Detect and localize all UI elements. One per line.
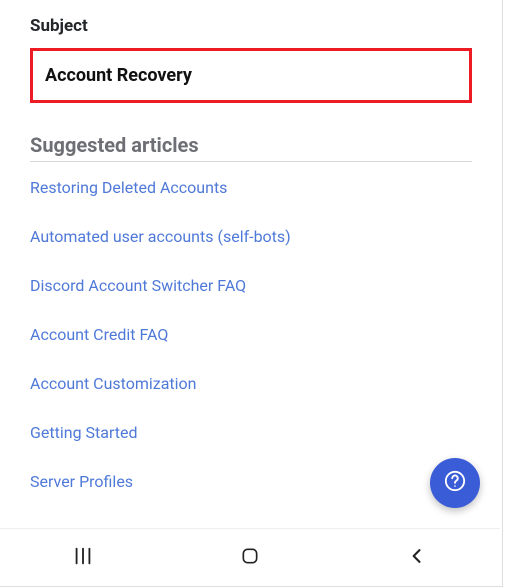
home-icon	[240, 546, 260, 570]
suggested-article-link[interactable]: Account Customization	[30, 374, 472, 393]
recent-apps-icon	[72, 545, 94, 571]
back-icon	[407, 546, 427, 570]
suggested-articles-heading: Suggested articles	[30, 133, 472, 157]
suggested-articles-list: Restoring Deleted Accounts Automated use…	[30, 178, 472, 491]
subject-input-value: Account Recovery	[45, 65, 457, 86]
suggested-article-link[interactable]: Getting Started	[30, 423, 472, 442]
subject-input[interactable]: Account Recovery	[30, 48, 472, 103]
suggested-article-link[interactable]: Discord Account Switcher FAQ	[30, 276, 472, 295]
divider	[30, 161, 472, 162]
suggested-article-link[interactable]: Restoring Deleted Accounts	[30, 178, 472, 197]
help-fab-button[interactable]	[430, 458, 480, 508]
subject-label: Subject	[30, 16, 472, 36]
nav-home-button[interactable]	[220, 538, 280, 578]
question-mark-icon	[444, 470, 466, 496]
nav-recent-button[interactable]	[53, 538, 113, 578]
suggested-article-link[interactable]: Account Credit FAQ	[30, 325, 472, 344]
suggested-article-link[interactable]: Automated user accounts (self-bots)	[30, 227, 472, 246]
nav-back-button[interactable]	[387, 538, 447, 578]
android-nav-bar	[0, 528, 500, 586]
suggested-article-link[interactable]: Server Profiles	[30, 472, 472, 491]
